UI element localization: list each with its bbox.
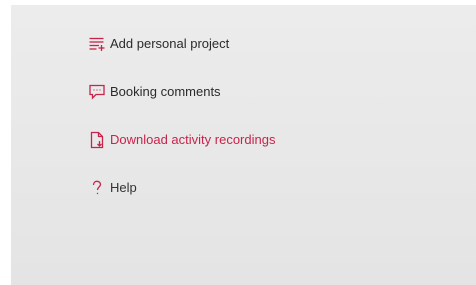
add-personal-project-label: Add personal project — [110, 36, 230, 51]
comment-icon — [88, 83, 106, 101]
list-add-icon — [88, 35, 106, 53]
menu-panel: Add personal project Booking comments Do… — [11, 5, 476, 285]
add-personal-project-item[interactable]: Add personal project — [88, 32, 229, 56]
file-download-icon — [88, 131, 106, 149]
download-activity-recordings-label: Download activity recordings — [110, 132, 276, 147]
booking-comments-label: Booking comments — [110, 84, 221, 99]
help-item[interactable]: Help — [88, 176, 137, 200]
download-activity-recordings-item[interactable]: Download activity recordings — [88, 128, 275, 152]
booking-comments-item[interactable]: Booking comments — [88, 80, 221, 104]
question-mark-icon — [88, 179, 106, 197]
help-label: Help — [110, 180, 137, 195]
